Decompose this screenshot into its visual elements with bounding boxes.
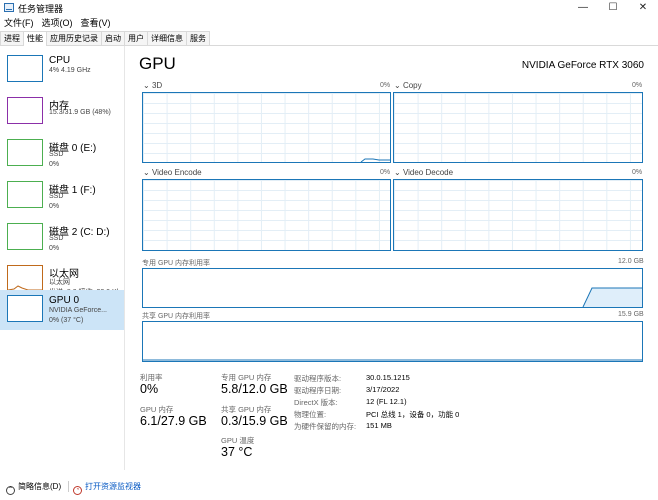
sidebar-item-usage: 0% xyxy=(49,245,60,252)
disk-thumbnail xyxy=(7,139,43,166)
memory-thumbnail xyxy=(7,97,43,124)
utilization-value: 0% xyxy=(140,382,159,396)
disk-thumbnail xyxy=(7,223,43,250)
tab-details[interactable]: 详细信息 xyxy=(147,31,187,45)
graph-video-encode xyxy=(142,179,391,251)
tab-users[interactable]: 用户 xyxy=(124,31,148,45)
shared-memory-label: 共享 GPU 内存利用率 xyxy=(142,313,211,320)
graph-video-encode-label[interactable]: ⌄ Video Encode xyxy=(143,168,202,177)
driver-version-key: 驱动程序版本: xyxy=(294,374,342,383)
gpu-thumbnail xyxy=(7,295,43,322)
graph-copy xyxy=(393,92,643,163)
dedicated-memory-max: 12.0 GB xyxy=(618,258,644,265)
sidebar-item-gpu-0[interactable]: GPU 0 NVIDIA GeForce... 0% (37 °C) xyxy=(0,290,124,330)
sidebar-item-disk-2[interactable]: 磁盘 2 (C: D:) SSD 0% xyxy=(0,218,124,260)
sidebar-item-usage: 0% (37 °C) xyxy=(49,317,84,324)
sidebar-item-disk-1[interactable]: 磁盘 1 (F:) SSD 0% xyxy=(0,176,124,218)
dedicated-memory-label: 专用 GPU 内存利用率 xyxy=(142,260,211,267)
driver-version-value: 30.0.15.1215 xyxy=(366,373,410,382)
tab-app-history[interactable]: 应用历史记录 xyxy=(46,31,102,45)
graph-copy-percent: 0% xyxy=(632,82,643,89)
tab-performance[interactable]: 性能 xyxy=(23,31,47,46)
sidebar-item-detail: SSD xyxy=(49,193,64,200)
sidebar-item-name: CPU xyxy=(49,55,71,66)
sidebar-item-name: GPU 0 xyxy=(49,295,80,306)
close-button[interactable]: ✕ xyxy=(628,0,658,16)
chevron-up-icon: ⌃ xyxy=(6,486,15,495)
graph-copy-label[interactable]: ⌄ Copy xyxy=(394,81,422,90)
driver-date-key: 驱动程序日期: xyxy=(294,386,342,395)
sidebar-item-detail: 15.3/31.9 GB (48%) xyxy=(49,109,111,116)
sidebar-item-disk-0[interactable]: 磁盘 0 (E:) SSD 0% xyxy=(0,134,124,176)
graph-copy-title: Copy xyxy=(402,81,422,90)
menu-bar: 文件(F) 选项(O) 查看(V) xyxy=(0,16,658,31)
directx-version-value: 12 (FL 12.1) xyxy=(366,397,407,406)
task-manager-icon xyxy=(4,3,14,12)
shared-memory-graph xyxy=(142,321,643,362)
reserved-memory-key: 为硬件保留的内存: xyxy=(294,422,357,431)
graph-3d-line xyxy=(360,158,390,162)
graph-video-decode-percent: 0% xyxy=(632,169,643,176)
directx-version-key: DirectX 版本: xyxy=(294,398,338,407)
minimize-button[interactable]: — xyxy=(568,0,598,16)
tab-services[interactable]: 服务 xyxy=(186,31,210,45)
reserved-memory-value: 151 MB xyxy=(366,421,392,430)
tab-startup[interactable]: 启动 xyxy=(101,31,125,45)
fewer-details-label: 简略信息(D) xyxy=(18,482,62,491)
physical-location-value: PCI 总线 1，设备 0，功能 0 xyxy=(366,410,460,419)
dedicated-memory-graph xyxy=(142,268,643,308)
sidebar-item-usage: 0% xyxy=(49,161,60,168)
graph-video-decode xyxy=(393,179,643,251)
page-title: GPU xyxy=(139,54,176,73)
gpu-detail-panel: GPU NVIDIA GeForce RTX 3060 ⌄ 3D 0% ⌄ Co… xyxy=(126,46,658,470)
ethernet-sparkline xyxy=(7,285,42,291)
dedicated-gpu-memory-value: 5.8/12.0 GB xyxy=(221,382,288,396)
graph-3d-percent: 0% xyxy=(380,82,391,89)
graph-video-decode-label[interactable]: ⌄ Video Decode xyxy=(394,168,453,177)
fewer-details-button[interactable]: ⌃ 简略信息(D) xyxy=(6,481,61,495)
open-resource-monitor-link[interactable]: ◔ 打开资源监视器 xyxy=(73,481,141,495)
ethernet-thumbnail xyxy=(7,265,43,292)
title-bar: 任务管理器 — ☐ ✕ xyxy=(0,0,658,16)
sidebar-item-memory[interactable]: 内存 15.3/31.9 GB (48%) xyxy=(0,92,124,134)
sidebar-item-detail: NVIDIA GeForce... xyxy=(49,307,107,314)
window-controls: — ☐ ✕ xyxy=(568,0,658,16)
shared-memory-max: 15.9 GB xyxy=(618,311,644,318)
maximize-button[interactable]: ☐ xyxy=(598,0,628,16)
menu-file[interactable]: 文件(F) xyxy=(0,16,38,31)
sidebar-item-detail: 以太网 xyxy=(49,279,70,286)
driver-date-value: 3/17/2022 xyxy=(366,385,400,394)
sidebar-item-detail: SSD xyxy=(49,151,64,158)
tab-processes[interactable]: 进程 xyxy=(0,31,24,45)
graph-3d-label[interactable]: ⌄ 3D xyxy=(143,81,162,90)
graph-video-encode-percent: 0% xyxy=(380,169,391,176)
graph-video-encode-title: Video Encode xyxy=(151,168,202,177)
resource-monitor-icon: ◔ xyxy=(73,486,82,495)
sidebar-item-cpu[interactable]: CPU 4% 4.19 GHz xyxy=(0,50,124,92)
open-resource-monitor-label: 打开资源监视器 xyxy=(85,482,141,491)
menu-options[interactable]: 选项(O) xyxy=(38,16,77,31)
disk-thumbnail xyxy=(7,181,43,208)
sidebar-item-usage: 0% xyxy=(49,203,60,210)
window-title: 任务管理器 xyxy=(18,4,64,14)
graph-video-decode-title: Video Decode xyxy=(402,168,454,177)
physical-location-key: 物理位置: xyxy=(294,410,327,419)
menu-view[interactable]: 查看(V) xyxy=(77,16,115,31)
gpu-memory-value: 6.1/27.9 GB xyxy=(140,414,207,428)
graph-3d-title: 3D xyxy=(151,81,163,90)
gpu-temperature-value: 37 °C xyxy=(221,445,253,459)
footer-divider xyxy=(68,481,69,492)
resource-sidebar: CPU 4% 4.19 GHz 内存 15.3/31.9 GB (48%) 磁盘… xyxy=(0,46,125,470)
graph-3d xyxy=(142,92,391,163)
shared-gpu-memory-value: 0.3/15.9 GB xyxy=(221,414,288,428)
tab-bar: 进程 性能 应用历史记录 启动 用户 详细信息 服务 xyxy=(0,31,658,46)
sidebar-item-detail: SSD xyxy=(49,235,64,242)
sidebar-item-detail: 4% 4.19 GHz xyxy=(49,67,91,74)
dedicated-memory-fill xyxy=(582,287,642,307)
gpu-model-name: NVIDIA GeForce RTX 3060 xyxy=(521,60,644,71)
shared-memory-fill xyxy=(143,359,642,361)
footer-bar: ⌃ 简略信息(D) ◔ 打开资源监视器 xyxy=(0,476,658,496)
cpu-thumbnail xyxy=(7,55,43,82)
